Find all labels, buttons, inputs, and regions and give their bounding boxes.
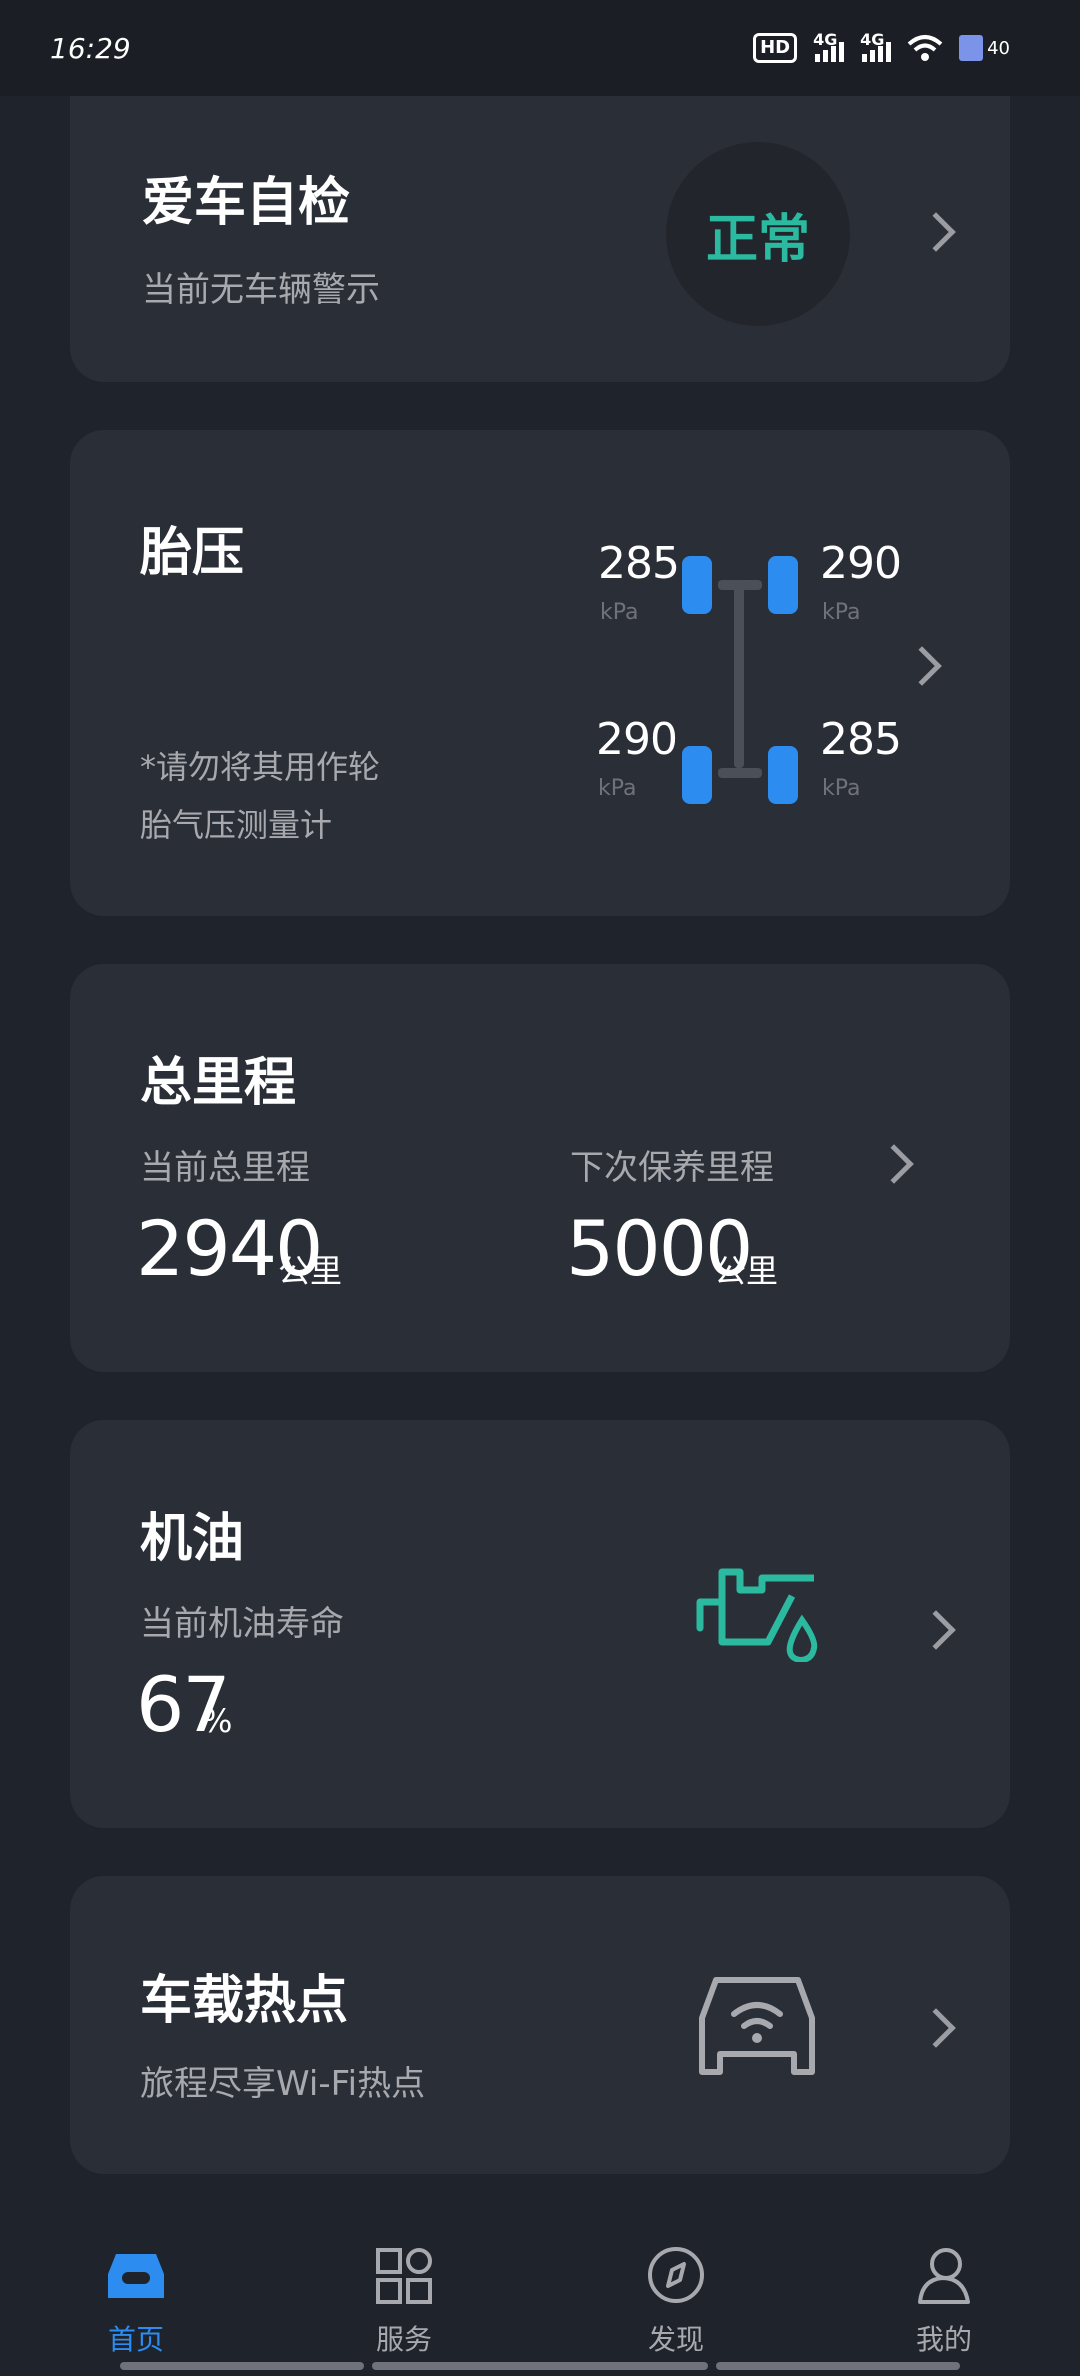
chevron-right-icon[interactable]	[902, 646, 942, 686]
pressure-unit: kPa	[600, 600, 639, 625]
car-wifi-icon	[699, 1977, 815, 2075]
compass-icon	[648, 2247, 704, 2303]
status-text: 正常	[705, 209, 810, 270]
chevron-right-icon[interactable]	[916, 1610, 956, 1650]
pressure-unit: kPa	[822, 600, 861, 625]
mileage-unit: 公里	[714, 1252, 779, 1290]
nav-label-service: 服务	[375, 2323, 432, 2356]
oil-life-unit: %	[202, 1702, 233, 1740]
mileage-title: 总里程	[140, 1053, 297, 1113]
self-check-title: 爱车自检	[142, 173, 351, 233]
battery-level: 40	[987, 37, 1010, 59]
status-badge: 正常	[666, 142, 850, 326]
tire-front-left	[682, 556, 712, 614]
battery-indicator: 40	[959, 35, 1010, 61]
hotspot-subtitle: 旅程尽享Wi-Fi热点	[140, 2064, 426, 2104]
tire-front-right	[768, 556, 798, 614]
current-mileage-label: 当前总里程	[140, 1148, 310, 1188]
tire-pressure-title: 胎压	[140, 523, 245, 583]
hotspot-card[interactable]: 车载热点 旅程尽享Wi-Fi热点	[70, 1876, 1010, 2174]
pressure-unit: kPa	[598, 776, 637, 801]
status-bar: 16:29 HD 4G 4G 40	[0, 0, 1080, 96]
signal-label: 4G	[813, 30, 838, 49]
mileage-card[interactable]: 总里程 当前总里程 2940 公里 下次保养里程 5000 公里	[70, 964, 1010, 1372]
oil-can-icon	[696, 1568, 818, 1662]
battery-icon	[959, 35, 984, 61]
self-check-card[interactable]: 爱车自检 当前无车辆警示 正常	[70, 96, 1010, 382]
chevron-right-icon[interactable]	[916, 2008, 956, 2048]
wifi-icon	[907, 35, 943, 61]
nav-item-discover[interactable]: 发现	[596, 2244, 756, 2358]
hd-badge: HD	[753, 33, 798, 63]
rear-right-pressure: 285	[820, 714, 902, 765]
nav-item-mine[interactable]: 我的	[864, 2244, 1024, 2358]
nav-item-home[interactable]: 首页	[56, 2244, 216, 2358]
oil-title: 机油	[140, 1509, 245, 1569]
chevron-right-icon[interactable]	[916, 212, 956, 252]
gesture-bar	[372, 2362, 708, 2370]
tire-rear-right	[768, 746, 798, 804]
gesture-bar	[716, 2362, 960, 2370]
nav-label-discover: 发现	[647, 2323, 704, 2356]
user-icon	[918, 2248, 970, 2304]
status-icons: HD 4G 4G 40	[753, 30, 1010, 63]
oil-card[interactable]: 机油 当前机油寿命 67 %	[70, 1420, 1010, 1828]
signal-icon: 4G	[813, 30, 845, 62]
grid-icon	[376, 2248, 432, 2304]
tire-note-line2: 胎气压测量计	[140, 806, 333, 844]
tire-rear-left	[682, 746, 712, 804]
front-right-pressure: 290	[820, 538, 902, 589]
tire-pressure-card[interactable]: 胎压 *请勿将其用作轮 胎气压测量计 285 kPa 290 kPa 290 k…	[70, 430, 1010, 916]
rear-left-pressure: 290	[596, 714, 678, 765]
signal-label: 4G	[860, 30, 885, 49]
pressure-unit: kPa	[822, 776, 861, 801]
nav-label-mine: 我的	[915, 2323, 972, 2356]
nav-item-service[interactable]: 服务	[324, 2244, 484, 2358]
axle-rear	[718, 768, 762, 778]
car-home-icon	[108, 2254, 164, 2298]
mileage-unit: 公里	[278, 1252, 343, 1290]
next-service-label: 下次保养里程	[570, 1148, 774, 1188]
axle-spine	[734, 580, 744, 768]
nav-label-home: 首页	[107, 2323, 164, 2356]
bottom-nav: 首页 服务 发现 我的	[0, 2210, 1080, 2376]
tire-note-line1: *请勿将其用作轮	[140, 748, 381, 786]
oil-life-label: 当前机油寿命	[140, 1604, 344, 1644]
signal-icon: 4G	[860, 30, 892, 62]
gesture-bar	[120, 2362, 364, 2370]
self-check-subtitle: 当前无车辆警示	[142, 270, 380, 310]
hotspot-title: 车载热点	[140, 1971, 349, 2031]
front-left-pressure: 285	[598, 538, 680, 589]
status-time: 16:29	[50, 31, 131, 65]
chevron-right-icon[interactable]	[874, 1144, 914, 1184]
